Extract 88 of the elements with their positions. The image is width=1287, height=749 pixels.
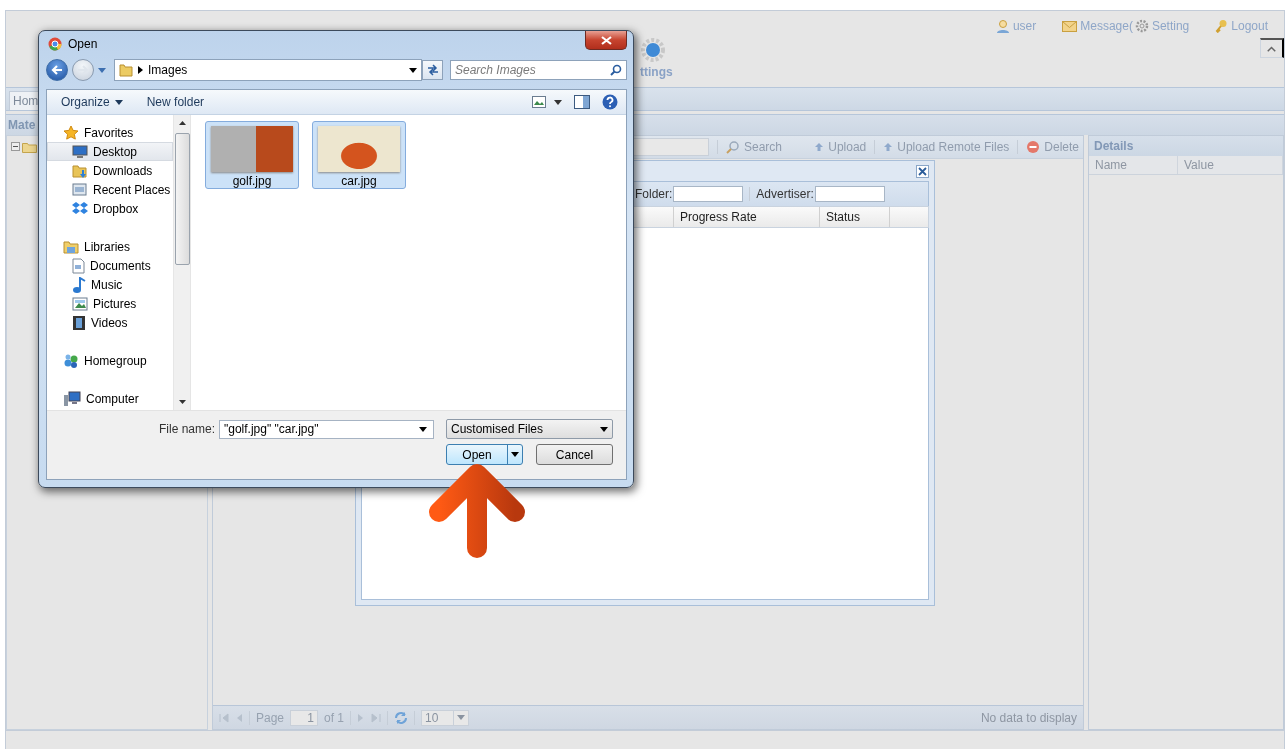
- nav-item[interactable]: Recent Places: [47, 180, 173, 199]
- caret-icon: [409, 67, 417, 73]
- computer-icon: [63, 390, 81, 407]
- music-note-icon: [72, 276, 86, 293]
- refresh-button[interactable]: [422, 60, 443, 80]
- column-header: Value: [1178, 156, 1283, 174]
- nav-item[interactable]: Documents: [47, 256, 173, 275]
- caret-icon: [457, 715, 466, 720]
- gear-icon: [1134, 19, 1149, 33]
- nav-item[interactable]: Videos: [47, 313, 173, 332]
- back-button[interactable]: [46, 59, 68, 81]
- page-count: of 1: [324, 710, 345, 725]
- tree-toggle-icon: [11, 142, 20, 151]
- circle-logo-icon: [48, 37, 62, 51]
- search-field[interactable]: Search Images: [450, 60, 627, 80]
- nav-item[interactable]: Desktop: [47, 142, 173, 161]
- column-header: Name: [1089, 156, 1178, 174]
- collapse-button[interactable]: [1260, 38, 1284, 58]
- scroll-up-icon[interactable]: [178, 121, 186, 125]
- window-icon: [72, 181, 88, 198]
- file-item[interactable]: golf.jpg: [205, 121, 299, 189]
- up-arrow-icon: [814, 142, 825, 152]
- view-icon: [532, 96, 546, 108]
- file-type-dropdown[interactable]: Customised Files: [446, 419, 613, 439]
- document-icon: [72, 257, 85, 274]
- envelope-icon: [1062, 20, 1078, 32]
- nav-item[interactable]: Downloads: [47, 161, 173, 180]
- user-icon: [995, 19, 1010, 33]
- delete-icon: [1026, 140, 1041, 154]
- column-header: Status: [819, 207, 889, 227]
- left-arrow-icon: [51, 65, 63, 75]
- filter-label: Folder:: [635, 187, 673, 201]
- file-name-field[interactable]: "golf.jpg" "car.jpg": [219, 419, 434, 439]
- folder-icon: [22, 142, 37, 153]
- picture-icon: [72, 296, 88, 311]
- filter-field[interactable]: [814, 186, 885, 202]
- command-button[interactable]: Organize: [53, 93, 131, 111]
- search-icon: [610, 64, 622, 76]
- refresh-icon: [425, 64, 440, 76]
- column-header: Progress Rate: [673, 207, 819, 227]
- caret-icon: [600, 426, 608, 432]
- chevron-icon: [138, 66, 143, 74]
- nav-item[interactable]: Pictures: [47, 294, 173, 313]
- preview-pane-icon[interactable]: [574, 95, 590, 109]
- film-icon: [72, 314, 86, 331]
- search-icon: [726, 140, 740, 154]
- command-button[interactable]: New folder: [138, 93, 213, 111]
- open-button[interactable]: Open: [446, 444, 523, 465]
- file-name-label: File name:: [158, 422, 215, 436]
- caret-icon: [511, 452, 519, 457]
- folder-download-icon: [72, 162, 88, 179]
- close-button[interactable]: [916, 164, 929, 178]
- address-bar[interactable]: Images: [114, 59, 422, 81]
- help-icon[interactable]: [602, 94, 618, 110]
- view-button[interactable]: [532, 96, 562, 108]
- gear-icon: [640, 37, 666, 63]
- filter-field[interactable]: [673, 186, 744, 202]
- caret-icon: [419, 426, 427, 432]
- panel-title: Details: [1089, 136, 1283, 156]
- network-icon: [63, 352, 79, 369]
- close-icon: [600, 35, 612, 45]
- caret-icon: [114, 99, 123, 105]
- key-icon: [1215, 19, 1229, 33]
- paging-status: No data to display: [980, 710, 1077, 725]
- monitor-icon: [72, 144, 88, 159]
- box-icon: [72, 201, 88, 216]
- up-arrow-icon: [883, 142, 894, 152]
- nav-item[interactable]: Dropbox: [47, 199, 173, 218]
- window-title: Open: [68, 37, 98, 51]
- star-icon: [63, 124, 79, 141]
- breadcrumb-item[interactable]: Images: [148, 63, 188, 77]
- scroll-down-icon[interactable]: [178, 400, 186, 404]
- nav-item[interactable]: Computer: [47, 389, 173, 408]
- scrollbar-thumb[interactable]: [174, 133, 190, 265]
- page-label: Page: [256, 710, 285, 725]
- folder-icon: [63, 239, 79, 254]
- caret-icon: [554, 99, 562, 105]
- nav-item[interactable]: Homegroup: [47, 351, 173, 370]
- close-button[interactable]: [585, 31, 627, 50]
- nav-item[interactable]: Libraries: [47, 237, 173, 256]
- close-icon: [918, 166, 927, 176]
- file-item[interactable]: car.jpg: [312, 121, 406, 189]
- nav-item[interactable]: Music: [47, 275, 173, 294]
- cancel-button[interactable]: Cancel: [536, 444, 613, 465]
- caret-icon: [98, 67, 106, 73]
- filter-label: Advertiser:: [756, 187, 814, 201]
- folder-icon: [119, 63, 133, 77]
- chevron-up-icon: [1267, 44, 1276, 53]
